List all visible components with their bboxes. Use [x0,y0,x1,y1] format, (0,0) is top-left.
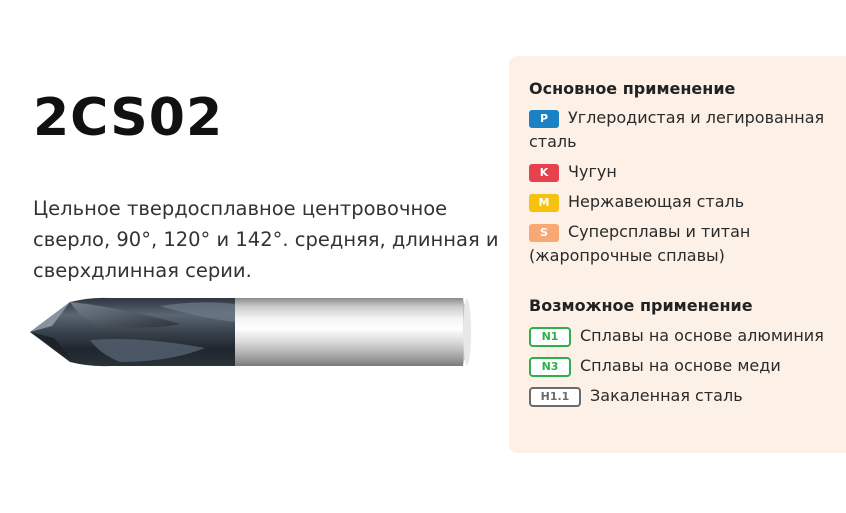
item-text: Суперсплавы и титан (жаропрочные сплавы) [529,222,751,265]
badge-m: M [529,194,559,212]
secondary-application-title: Возможное применение [529,296,753,315]
list-item-k: K Чугун [529,160,844,184]
badge-k: K [529,164,559,182]
list-item-s: S Суперсплавы и титан (жаропрочные сплавы… [529,220,844,268]
list-item-n1: N1 Сплавы на основе алюминия [529,324,844,348]
badge-n1: N1 [529,327,571,347]
list-item-n3: N3 Сплавы на основе меди [529,354,844,378]
product-code: 2CS02 [33,88,224,148]
primary-application-title: Основное применение [529,79,736,98]
product-description: Цельное твердосплавное центровочное свер… [33,197,499,282]
center-drill-icon [30,297,471,367]
list-item-p: P Углеродистая и легированная сталь [529,106,844,154]
item-text: Сплавы на основе меди [580,356,781,375]
item-text: Закаленная сталь [590,386,743,405]
badge-n3: N3 [529,357,571,377]
list-item-m: M Нержавеющая сталь [529,190,844,214]
item-text: Углеродистая и легированная сталь [529,108,825,151]
item-text: Нержавеющая сталь [568,192,745,211]
badge-p: P [529,110,559,128]
list-item-h11: H1.1 Закаленная сталь [529,384,844,408]
item-text: Сплавы на основе алюминия [580,326,824,345]
badge-s: S [529,224,559,242]
badge-h11: H1.1 [529,387,581,407]
item-text: Чугун [568,162,617,181]
